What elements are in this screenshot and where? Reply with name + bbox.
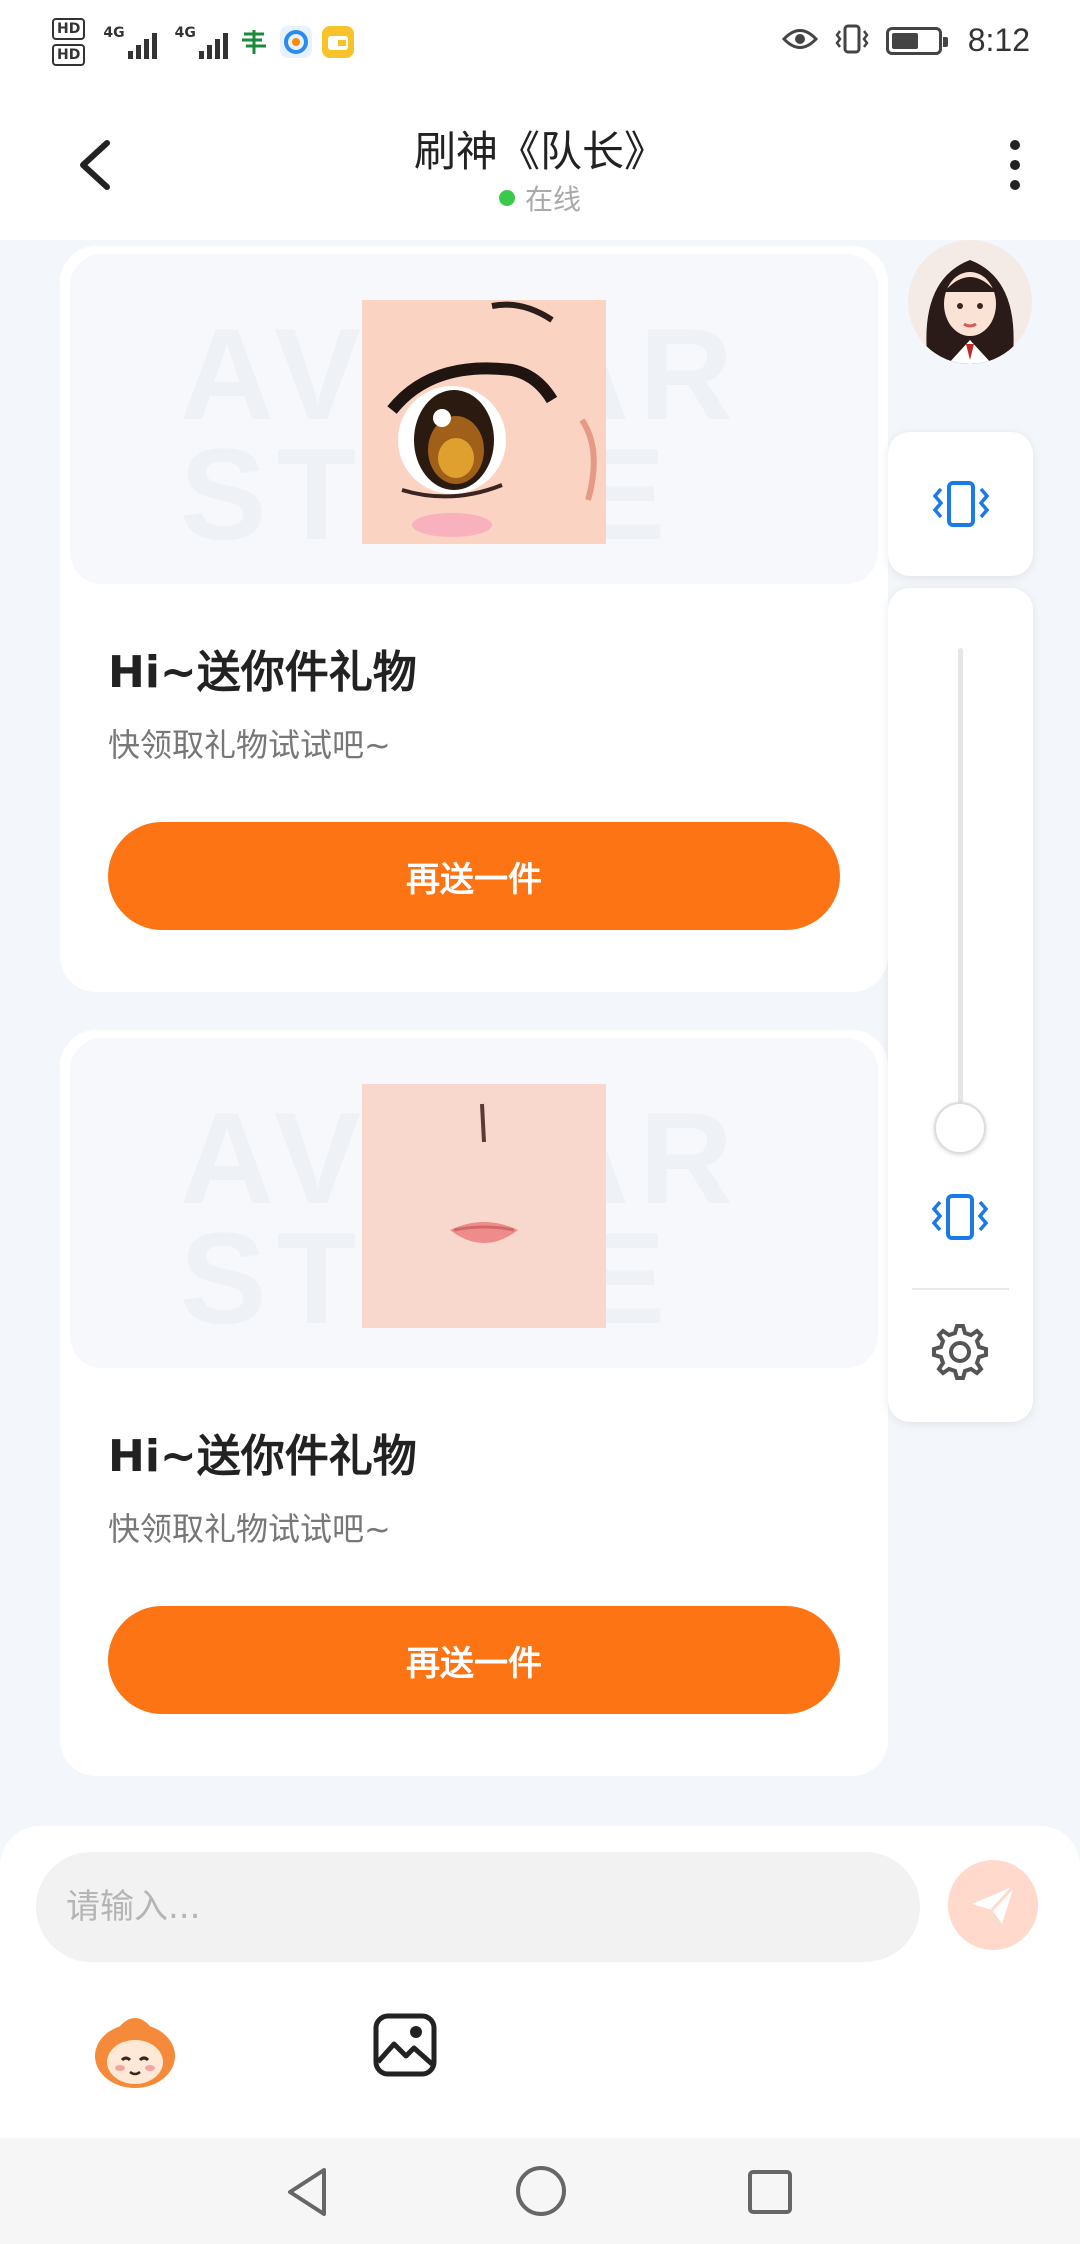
anime-lips-icon xyxy=(362,1084,606,1328)
signal-2-icon: 4G xyxy=(175,25,228,59)
mascot-sticker-icon[interactable] xyxy=(90,2010,180,2090)
gift-card: AVATAR STORE Hi~送你件礼物 快领取礼物试试吧~ 再送一件 xyxy=(60,246,888,992)
gift-image-area: AVATAR STORE xyxy=(70,254,878,584)
intensity-slider-handle[interactable] xyxy=(934,1102,986,1154)
vibration-panel xyxy=(888,588,1033,1422)
browser-icon xyxy=(279,26,312,58)
chat-header: 刷神《队长》 在线 xyxy=(0,100,1080,240)
card-title: Hi~送你件礼物 xyxy=(108,647,417,698)
hd1-badge: HD xyxy=(52,18,86,40)
eye-icon xyxy=(781,26,818,56)
message-input[interactable] xyxy=(36,1852,920,1962)
vibrate-icon xyxy=(932,481,989,527)
gift-card: AVATAR STORE Hi~送你件礼物 快领取礼物试试吧~ 再送一件 xyxy=(60,1030,888,1776)
hd-indicators: HD HD xyxy=(52,18,86,66)
paper-plane-icon xyxy=(972,1884,1016,1924)
vibrate-icon[interactable] xyxy=(928,1192,992,1242)
page-title: 刷神《队长》 xyxy=(413,127,666,176)
anime-eye-icon xyxy=(362,300,606,544)
send-again-button[interactable]: 再送一件 xyxy=(108,1606,840,1714)
wallet-icon xyxy=(321,26,354,58)
avatar[interactable] xyxy=(908,240,1032,364)
gift-image-area: AVATAR STORE xyxy=(70,1038,878,1368)
send-button[interactable] xyxy=(948,1860,1038,1950)
divider xyxy=(912,1288,1009,1290)
card-subtitle: 快领取礼物试试吧~ xyxy=(108,1510,391,1548)
more-options-button[interactable] xyxy=(990,130,1040,200)
vibrate-status-icon xyxy=(834,23,870,59)
nav-back-icon[interactable] xyxy=(284,2166,332,2218)
nav-home-icon[interactable] xyxy=(514,2164,568,2218)
online-status: 在线 xyxy=(0,178,1080,218)
china-post-icon xyxy=(238,26,270,58)
battery-icon xyxy=(885,26,948,55)
status-bar: HD HD 4G 4G 8:12 xyxy=(0,0,1080,100)
card-title: Hi~送你件礼物 xyxy=(108,1431,417,1482)
hd2-badge: HD xyxy=(52,44,86,66)
card-subtitle: 快领取礼物试试吧~ xyxy=(108,726,391,764)
nav-recent-icon[interactable] xyxy=(746,2168,794,2216)
clock: 8:12 xyxy=(967,22,1030,58)
signal-1-icon: 4G xyxy=(103,25,157,59)
message-composer xyxy=(0,1826,1080,2138)
gear-icon[interactable] xyxy=(930,1322,990,1382)
online-dot-icon xyxy=(498,190,515,206)
intensity-slider-track[interactable] xyxy=(958,648,963,1128)
image-picker-icon[interactable] xyxy=(372,2012,438,2078)
system-nav-bar xyxy=(0,2138,1080,2244)
vibrate-toggle-button[interactable] xyxy=(888,432,1033,576)
online-status-text: 在线 xyxy=(524,183,581,216)
send-again-button[interactable]: 再送一件 xyxy=(108,822,840,930)
